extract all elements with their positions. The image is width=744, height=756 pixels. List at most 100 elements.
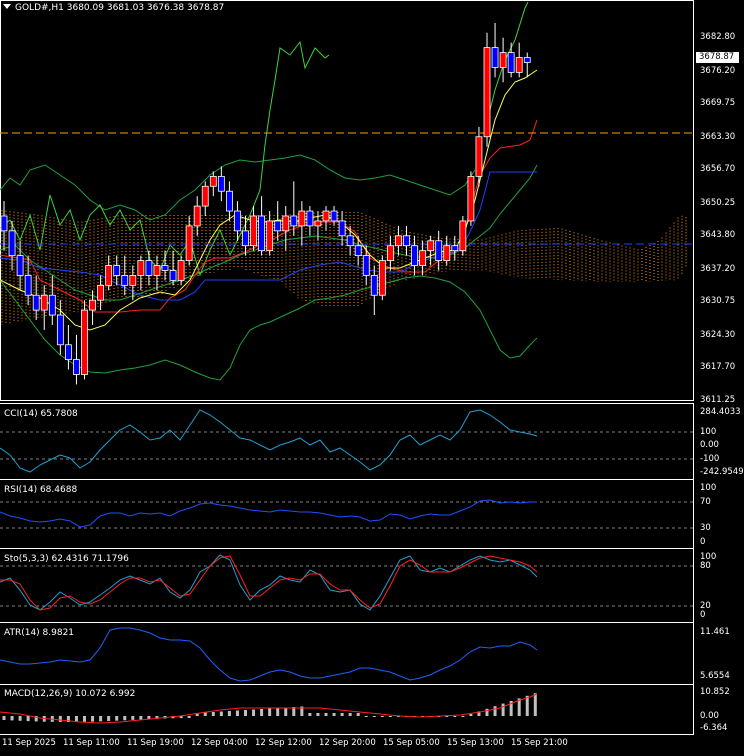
bull-candle[interactable] <box>314 220 322 227</box>
bear-candle[interactable] <box>8 230 16 257</box>
bear-candle[interactable] <box>242 230 249 247</box>
time-axis-label: 12 Sep 12:00 <box>255 738 312 748</box>
bear-candle[interactable] <box>523 57 531 63</box>
macd-bar <box>308 713 312 716</box>
bull-candle[interactable] <box>459 220 467 252</box>
bull-candle[interactable] <box>105 265 113 286</box>
bear-candle[interactable] <box>16 255 24 276</box>
bull-candle[interactable] <box>395 235 402 247</box>
macd-bar <box>10 716 14 721</box>
bull-candle[interactable] <box>137 260 145 276</box>
macd-bar <box>276 708 280 716</box>
macd-bar <box>2 716 6 720</box>
bull-candle[interactable] <box>40 294 48 311</box>
bear-candle[interactable] <box>330 210 338 222</box>
bear-candle[interactable] <box>225 190 233 212</box>
price-axis-tick: 3663.30 <box>700 132 736 142</box>
bear-candle[interactable] <box>145 260 153 276</box>
macd-bar <box>380 716 384 717</box>
chevron-down-icon[interactable] <box>3 4 11 9</box>
bear-candle[interactable] <box>338 220 346 237</box>
atr-axis-tick: 5.6554 <box>700 671 730 681</box>
bear-candle[interactable] <box>306 210 314 227</box>
bull-candle[interactable] <box>177 260 185 281</box>
bull-candle[interactable] <box>201 185 209 207</box>
cci-axis-tick: 284.4033 <box>700 407 741 417</box>
bull-candle[interactable] <box>515 57 523 73</box>
atr-label: ATR(14) 8.9821 <box>4 628 75 638</box>
macd-axis-tick: 0.00 <box>700 711 719 721</box>
macd-bar <box>485 708 489 716</box>
bull-candle[interactable] <box>153 265 161 276</box>
time-axis-label: 15 Sep 13:00 <box>447 738 504 748</box>
bear-candle[interactable] <box>234 210 241 232</box>
bear-candle[interactable] <box>161 265 169 271</box>
bear-candle[interactable] <box>0 215 8 232</box>
bull-candle[interactable] <box>427 240 435 252</box>
bull-candle[interactable] <box>81 309 88 375</box>
rsi-axis-tick: 30 <box>700 523 711 533</box>
price-axis-tick: 3637.20 <box>700 264 736 274</box>
price-axis-tick: 3617.70 <box>700 362 736 372</box>
bear-candle[interactable] <box>451 245 459 252</box>
bear-candle[interactable] <box>113 265 121 276</box>
chart-header[interactable]: GOLD#,H1 3680.09 3681.03 3676.38 3678.87 <box>3 3 224 14</box>
bear-candle[interactable] <box>217 175 225 192</box>
macd-bar <box>348 713 352 716</box>
bull-candle[interactable] <box>475 136 483 177</box>
cci-axis-tick: -242.9549 <box>700 467 744 477</box>
bear-candle[interactable] <box>362 255 370 276</box>
bear-candle[interactable] <box>24 275 32 296</box>
macd-bar <box>123 716 127 721</box>
bear-candle[interactable] <box>48 294 56 316</box>
bear-candle[interactable] <box>290 215 298 227</box>
bear-candle[interactable] <box>73 359 80 375</box>
bear-candle[interactable] <box>274 220 282 232</box>
bull-candle[interactable] <box>322 210 330 222</box>
symbol-ohlc-label: GOLD#,H1 3680.09 3681.03 3676.38 3678.87 <box>15 3 225 13</box>
bull-candle[interactable] <box>129 275 137 286</box>
bear-candle[interactable] <box>411 245 418 266</box>
bear-candle[interactable] <box>346 235 354 247</box>
bull-candle[interactable] <box>89 299 96 311</box>
chart-canvas[interactable] <box>0 0 744 752</box>
atr-axis-tick: 11.461 <box>700 627 730 637</box>
bear-candle[interactable] <box>354 245 362 257</box>
bear-candle[interactable] <box>370 275 378 296</box>
bear-candle[interactable] <box>32 294 40 311</box>
price-axis-tick: 3669.75 <box>700 98 736 108</box>
bear-candle[interactable] <box>403 235 410 247</box>
bull-candle[interactable] <box>209 175 217 187</box>
bear-candle[interactable] <box>258 215 266 252</box>
bull-candle[interactable] <box>378 260 386 296</box>
bull-candle[interactable] <box>266 220 274 252</box>
bull-candle[interactable] <box>443 245 451 261</box>
bull-candle[interactable] <box>185 225 193 261</box>
rsi-axis-tick: 100 <box>700 483 717 493</box>
bull-candle[interactable] <box>386 245 394 261</box>
bull-candle[interactable] <box>298 210 306 227</box>
bull-candle[interactable] <box>250 215 257 247</box>
macd-bar <box>203 712 207 716</box>
bear-candle[interactable] <box>56 314 64 346</box>
bull-candle[interactable] <box>499 52 507 68</box>
macd-bar <box>91 716 95 722</box>
bull-candle[interactable] <box>467 175 475 222</box>
bear-candle[interactable] <box>169 270 177 281</box>
bear-candle[interactable] <box>435 240 443 261</box>
macd-bar <box>131 716 135 720</box>
bull-candle[interactable] <box>97 284 104 301</box>
bull-candle[interactable] <box>282 215 290 232</box>
macd-bar <box>533 693 537 716</box>
time-axis-label: 15 Sep 21:00 <box>511 738 568 748</box>
cci-line <box>0 409 538 473</box>
bear-candle[interactable] <box>65 344 72 361</box>
bull-candle[interactable] <box>193 205 201 227</box>
bear-candle[interactable] <box>491 47 499 68</box>
main-chart-frame <box>0 0 694 401</box>
bull-candle[interactable] <box>419 250 427 266</box>
bull-candle[interactable] <box>483 47 491 138</box>
bear-candle[interactable] <box>507 52 515 73</box>
bear-candle[interactable] <box>121 275 129 286</box>
macd-bar <box>525 695 529 716</box>
